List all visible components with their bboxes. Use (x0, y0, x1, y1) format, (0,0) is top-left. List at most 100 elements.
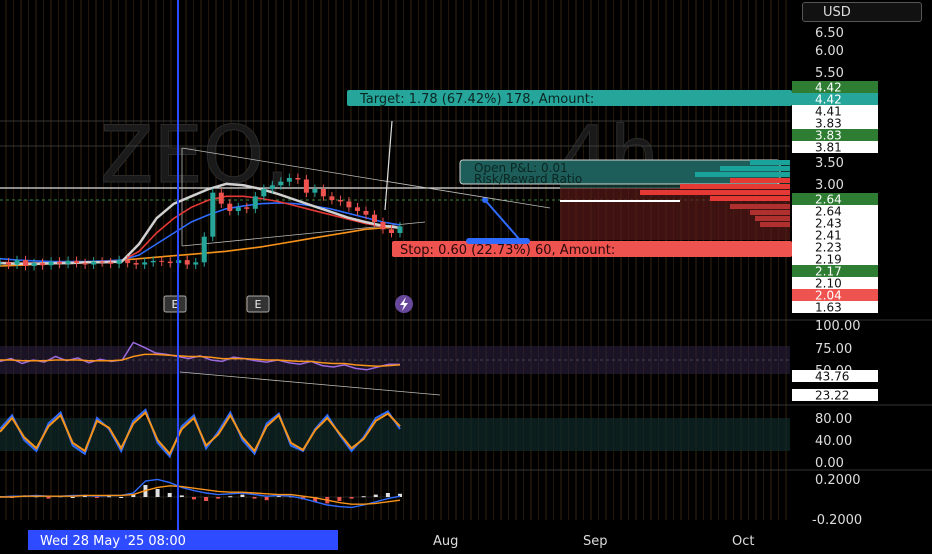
target-label-text: Target: 1.78 (67.42%) 178, Amount: (359, 92, 594, 107)
rsi-panel: 100.0075.0050.0043.7623.22 (0, 319, 878, 403)
candle-body (116, 260, 122, 264)
volume-profile-bar (750, 160, 790, 165)
crosshair-time-text: Wed 28 May '25 08:00 (40, 534, 186, 549)
earnings-marker: E (246, 295, 270, 313)
candle-body (269, 185, 275, 189)
candle-body (329, 196, 335, 200)
candle-body (286, 178, 292, 182)
candle-body (252, 196, 258, 209)
candle-body (218, 192, 224, 204)
price-label: 3.81 (792, 141, 878, 155)
callout-line (484, 199, 521, 241)
candle-body (320, 189, 326, 197)
candle-body (363, 211, 369, 215)
macd-histogram-bar (228, 496, 233, 498)
candle-body (278, 181, 284, 186)
macd-histogram-bar (240, 494, 245, 497)
candle-body (65, 260, 71, 264)
entry-marker (560, 200, 680, 202)
risk-reward-text: Risk/Reward Ratio (474, 172, 582, 186)
volume-profile-bar (750, 210, 790, 215)
candle-body (312, 189, 318, 193)
rsi-lower-text: 23.22 (815, 389, 849, 403)
price-axis-tick: 6.00 (815, 44, 844, 59)
candle-body (31, 263, 37, 266)
price-axis-tick: 5.50 (815, 66, 844, 81)
candle-body (201, 236, 207, 263)
candle-body (261, 189, 267, 197)
candle-body (193, 262, 199, 265)
chart-stage[interactable]: ZEO, 4h Target: 1.78 (67.42%) 178, Amount:… (0, 0, 932, 550)
currency-label: USD (823, 5, 851, 20)
candle-body (91, 261, 97, 265)
macd-histogram-bar (191, 497, 196, 500)
stochastic-axis-tick: 80.00 (815, 412, 852, 427)
macd-histogram-bar (264, 497, 269, 501)
macd-panel: 0.2000 -0.2000 (0, 473, 862, 528)
candle-body (303, 179, 309, 193)
rsi-trend-line (179, 371, 441, 396)
price-label-text: 1.63 (815, 301, 842, 315)
volume-profile-bar (730, 204, 790, 209)
macd-histogram-bar (361, 496, 366, 498)
time-axis-month: Aug (433, 534, 458, 549)
candle-body (150, 260, 156, 263)
price-labels: 4.424.424.413.833.833.812.642.642.432.41… (792, 81, 878, 315)
macd-line (0, 485, 401, 505)
macd-histogram-bar (252, 497, 257, 499)
candle-body (346, 201, 352, 208)
candle-body (40, 263, 46, 266)
macd-histogram-bar (167, 493, 172, 497)
volume-profile-bar (710, 196, 790, 201)
rsi-value-label: 43.76 (792, 370, 878, 384)
candle-body (23, 260, 29, 266)
lightning-icon (395, 295, 413, 313)
rsi-value-text: 43.76 (815, 370, 849, 384)
stochastic-axis-tick: 40.00 (815, 434, 852, 449)
stop-label-text: Stop: 0.60 (22.73%) 60, Amount: (400, 243, 615, 258)
price-axis-tick: 3.50 (815, 156, 844, 171)
volume-profile-bar (695, 172, 790, 177)
earnings-marker-label: E (255, 298, 262, 311)
macd-histogram-bar (337, 497, 342, 501)
candle-body (159, 260, 165, 262)
crosshair-time-label: Wed 28 May '25 08:00 (28, 530, 338, 550)
target-label: Target: 1.78 (67.42%) 178, Amount: (347, 90, 792, 107)
macd-histogram-bar (70, 497, 75, 498)
candle-body (133, 263, 139, 265)
candle-body (337, 200, 343, 202)
macd-histogram-bar (204, 497, 209, 501)
callout-handle (466, 238, 530, 244)
price-label: 1.63 (792, 301, 878, 315)
currency-selector[interactable]: USD (802, 2, 922, 22)
candle-body (235, 207, 241, 211)
candle-body (74, 260, 80, 264)
price-axis-tick: 6.50 (815, 26, 844, 41)
macd-histogram-bar (349, 497, 354, 499)
earnings-marker: E (163, 295, 187, 313)
candle-body (142, 262, 148, 265)
macd-histogram-bar (216, 497, 221, 499)
macd-axis-tick: -0.2000 (812, 513, 862, 528)
rsi-axis-tick: 75.00 (815, 342, 852, 357)
candle-body (371, 214, 377, 222)
candle-body (354, 207, 360, 211)
price-axis-tick: 3.00 (815, 178, 844, 193)
macd-histogram-bar (179, 495, 184, 497)
macd-histogram-bar (373, 494, 378, 497)
rsi-axis-tick: 100.00 (815, 319, 861, 334)
volume-profile-bar (730, 178, 790, 183)
candle-body (6, 262, 12, 265)
candle-body (184, 260, 190, 265)
volume-profile-bar (640, 190, 790, 195)
chart-canvas[interactable]: ZEO, 4hTarget: 1.78 (67.42%) 178, Amount:… (0, 0, 932, 550)
candle-body (57, 261, 63, 264)
candle-body (388, 229, 394, 233)
macd-axis-tick: 0.2000 (815, 473, 861, 488)
candle-body (210, 192, 216, 237)
time-axis-month: Oct (732, 534, 754, 549)
candle-body (99, 261, 105, 263)
volume-profile-bar (755, 216, 790, 221)
rsi-lower-label: 23.22 (792, 389, 878, 403)
candle-body (227, 203, 233, 211)
